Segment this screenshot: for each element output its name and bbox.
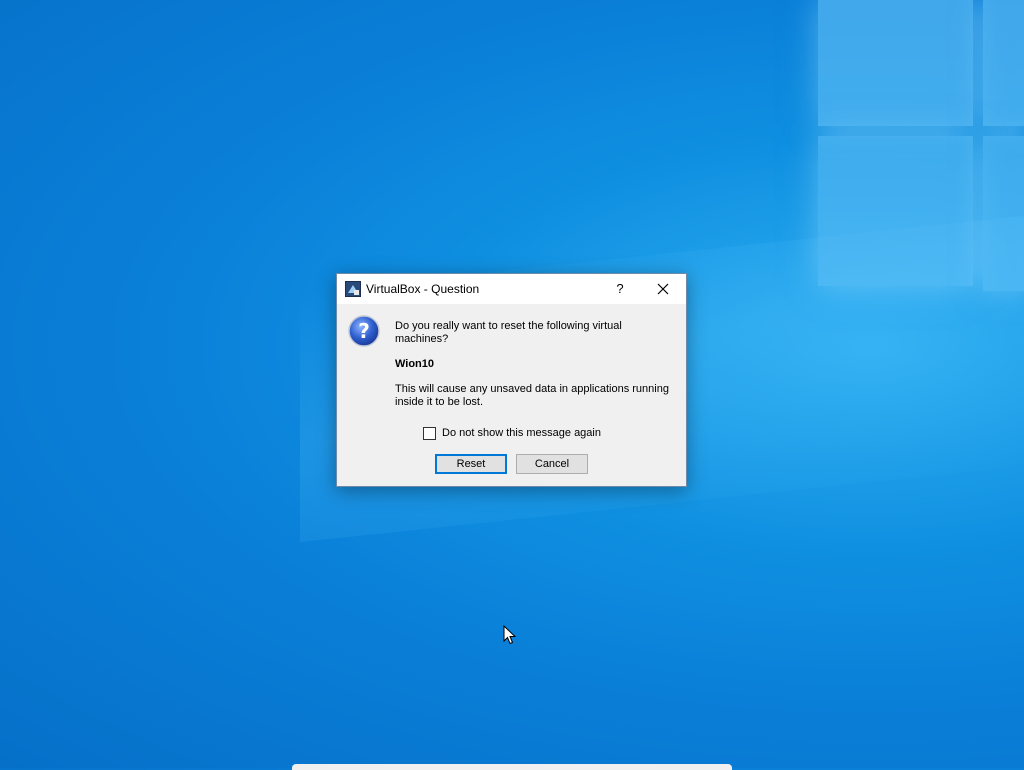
message-question: Do you really want to reset the followin… xyxy=(395,320,622,345)
question-dialog: VirtualBox - Question ? ? Do you really … xyxy=(336,273,687,487)
close-button[interactable] xyxy=(652,280,674,298)
question-icon: ? xyxy=(348,315,380,347)
dialog-title: VirtualBox - Question xyxy=(366,282,480,296)
mouse-cursor-icon xyxy=(503,625,517,645)
vm-name: Wion10 xyxy=(395,358,435,370)
dont-show-again-label[interactable]: Do not show this message again xyxy=(442,427,601,439)
cancel-button[interactable]: Cancel xyxy=(516,454,588,474)
svg-text:?: ? xyxy=(358,319,370,343)
taskbar-edge xyxy=(292,764,732,770)
close-icon xyxy=(657,283,669,295)
message-warning: This will cause any unsaved data in appl… xyxy=(395,383,669,408)
reset-button[interactable]: Reset xyxy=(435,454,507,474)
dialog-titlebar[interactable]: VirtualBox - Question ? xyxy=(337,274,686,304)
virtualbox-icon xyxy=(345,281,361,297)
windows-logo-pane xyxy=(818,136,973,286)
windows-logo-pane xyxy=(983,0,1024,126)
dont-show-again-row[interactable]: Do not show this message again xyxy=(423,426,601,440)
windows-logo-pane xyxy=(818,0,973,126)
windows-logo-pane xyxy=(983,136,1024,291)
dont-show-again-checkbox[interactable] xyxy=(423,426,436,440)
help-button[interactable]: ? xyxy=(610,280,630,298)
